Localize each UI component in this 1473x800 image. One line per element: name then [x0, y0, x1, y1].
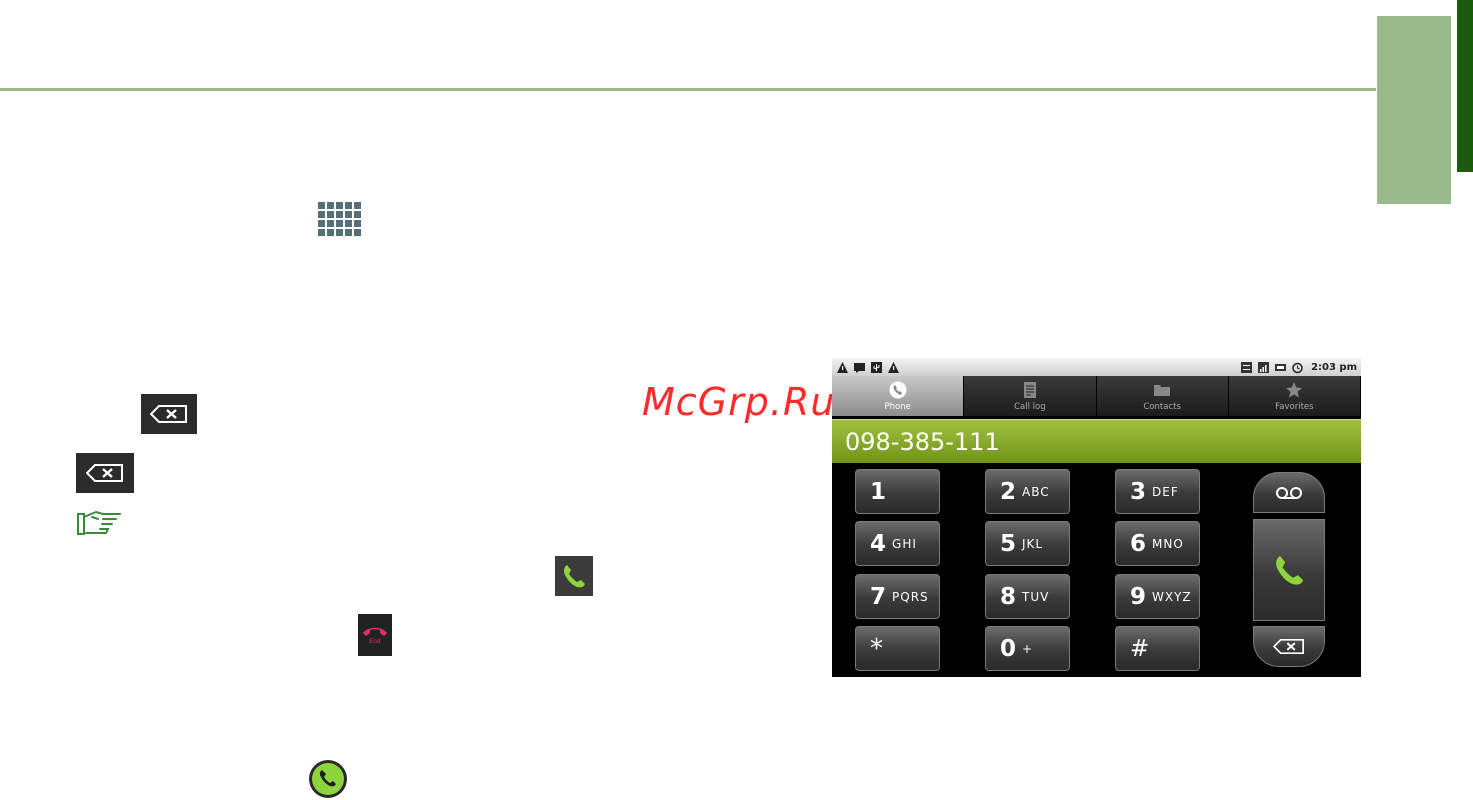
- battery-icon: [1275, 363, 1287, 371]
- call-log-icon: [1023, 381, 1036, 398]
- dial-icon: [1276, 555, 1304, 585]
- key-letters: ABC: [1022, 484, 1050, 499]
- pointing-hand-icon: [76, 508, 122, 538]
- call-icon: [309, 760, 347, 798]
- status-bar: 2:03 pm: [832, 358, 1361, 376]
- header-rule: [0, 88, 1376, 91]
- warning-icon: [837, 361, 848, 373]
- key-digit: 2: [1000, 478, 1017, 505]
- key-digit: #: [1130, 635, 1150, 662]
- key-digit: 1: [870, 478, 887, 505]
- key-digit: 3: [1130, 478, 1147, 505]
- key-letters: +: [1022, 641, 1034, 656]
- voicemail-icon: [1276, 486, 1302, 499]
- key-hash[interactable]: #: [1115, 626, 1200, 671]
- dialed-number: 098-385-111: [845, 427, 1000, 456]
- key-3[interactable]: 3 DEF: [1115, 469, 1200, 514]
- phone-icon: [889, 381, 907, 398]
- star-icon: [1286, 381, 1303, 397]
- key-letters: JKL: [1022, 536, 1044, 551]
- key-9[interactable]: 9 WXYZ: [1115, 574, 1200, 619]
- signal-icon: [1258, 361, 1270, 373]
- voicemail-button[interactable]: [1253, 472, 1325, 513]
- backspace-icon: [1273, 639, 1304, 654]
- key-digit: 8: [1000, 583, 1017, 610]
- key-6[interactable]: 6 MNO: [1115, 521, 1200, 566]
- status-time: 2:03 pm: [1311, 361, 1357, 373]
- watermark: McGrp.Ru: [642, 380, 836, 424]
- chapter-tab-dark: [1457, 0, 1473, 172]
- key-digit: 6: [1130, 530, 1147, 557]
- key-2[interactable]: 2 ABC: [985, 469, 1070, 514]
- tab-label: Favorites: [1275, 401, 1314, 412]
- end-label: End: [369, 638, 381, 645]
- key-letters: PQRS: [892, 589, 929, 604]
- end-call-icon: End: [358, 614, 392, 656]
- phone-screenshot: 2:03 pm Phone Call log Contacts Favorite…: [832, 358, 1361, 677]
- key-5[interactable]: 5 JKL: [985, 521, 1070, 566]
- key-8[interactable]: 8 TUV: [985, 574, 1070, 619]
- key-digit: 5: [1000, 530, 1017, 557]
- key-letters: MNO: [1152, 536, 1184, 551]
- tab-label: Phone: [884, 401, 911, 412]
- key-letters: GHI: [892, 536, 917, 551]
- key-4[interactable]: 4 GHI: [855, 521, 940, 566]
- key-1[interactable]: 1: [855, 469, 940, 514]
- app-grid-icon: [318, 202, 362, 240]
- dial-button[interactable]: [1253, 519, 1325, 621]
- key-letters: TUV: [1022, 589, 1050, 604]
- message-icon: [854, 362, 865, 373]
- alarm-icon: [1292, 362, 1303, 373]
- tab-label: Call log: [1014, 401, 1046, 412]
- 3g-icon: [1241, 361, 1253, 373]
- backspace-icon: [76, 453, 134, 493]
- key-0[interactable]: 0 +: [985, 626, 1070, 671]
- backspace-icon: [141, 394, 197, 434]
- delete-button[interactable]: [1253, 626, 1325, 667]
- tab-call-log[interactable]: Call log: [964, 376, 1097, 416]
- tab-phone[interactable]: Phone: [832, 376, 965, 416]
- key-letters: WXYZ: [1152, 589, 1192, 604]
- key-digit: 7: [870, 583, 887, 610]
- dialer-tabs: Phone Call log Contacts Favorites: [832, 376, 1361, 416]
- tab-label: Contacts: [1143, 401, 1181, 412]
- tab-favorites[interactable]: Favorites: [1228, 376, 1361, 416]
- key-digit: *: [870, 633, 883, 664]
- key-digit: 9: [1130, 583, 1147, 610]
- key-7[interactable]: 7 PQRS: [855, 574, 940, 619]
- call-icon: [555, 556, 593, 596]
- key-digit: 0: [1000, 635, 1017, 662]
- tab-contacts[interactable]: Contacts: [1096, 376, 1229, 416]
- warning-icon: [888, 361, 899, 373]
- usb-icon: [871, 361, 882, 373]
- chapter-tab-light: [1377, 16, 1451, 204]
- key-letters: DEF: [1152, 484, 1179, 499]
- number-display[interactable]: 098-385-111: [832, 419, 1361, 463]
- key-star[interactable]: *: [855, 626, 940, 671]
- contacts-icon: [1154, 384, 1171, 396]
- key-digit: 4: [870, 530, 887, 557]
